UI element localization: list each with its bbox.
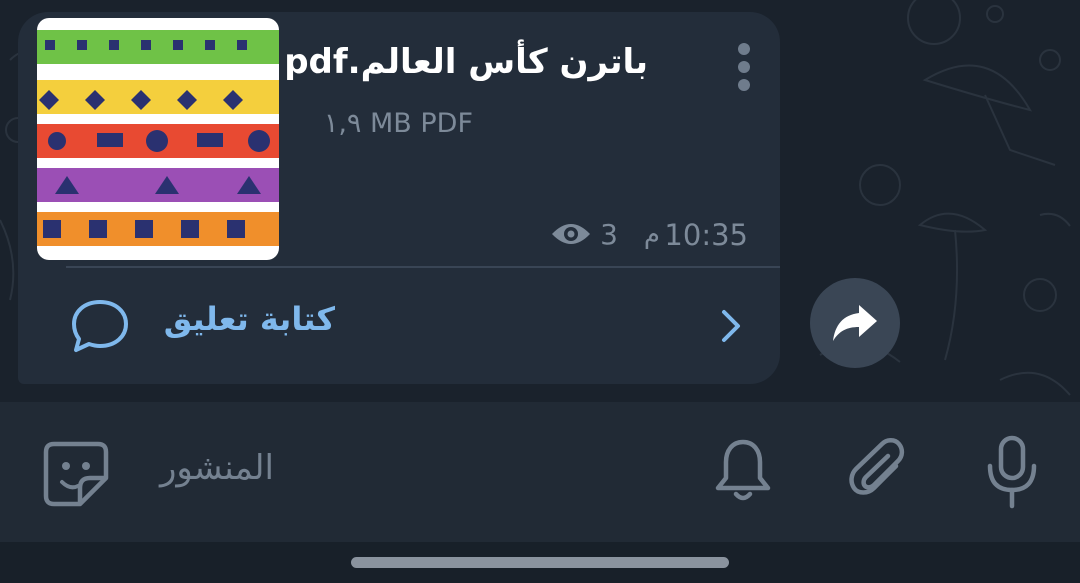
file-size: ١,٩ MB PDF <box>323 108 473 139</box>
share-button[interactable] <box>810 278 900 368</box>
sticker-icon[interactable] <box>40 438 112 510</box>
write-comment-button[interactable]: كتابة تعليق <box>164 300 335 338</box>
message-input[interactable]: المنشور <box>160 448 274 488</box>
comment-bubble-icon[interactable] <box>70 298 130 354</box>
bell-icon[interactable] <box>712 436 774 506</box>
file-name[interactable]: باترن كأس العالم.pdf <box>284 42 648 82</box>
share-forward-icon <box>833 305 877 341</box>
file-thumbnail[interactable] <box>37 18 279 260</box>
paperclip-icon[interactable] <box>846 436 912 506</box>
view-count: 3 <box>600 218 618 251</box>
home-indicator[interactable] <box>351 557 729 568</box>
more-vertical-icon[interactable] <box>736 42 752 92</box>
message-time: 10:35 <box>664 218 748 252</box>
eye-icon <box>552 224 590 244</box>
microphone-icon[interactable] <box>982 434 1042 510</box>
chevron-right-icon[interactable] <box>716 306 746 346</box>
thumbnail-pattern <box>39 40 270 238</box>
time-period: م <box>643 220 660 250</box>
divider <box>66 266 780 268</box>
